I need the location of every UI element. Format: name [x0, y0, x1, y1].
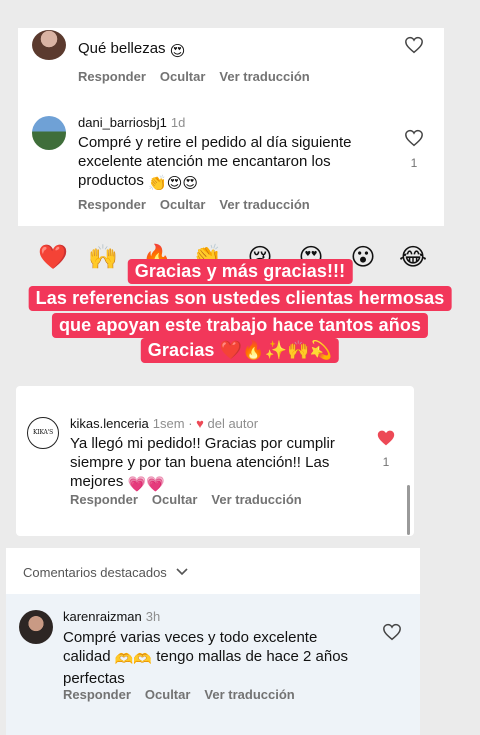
translate-button[interactable]: Ver traducción	[204, 687, 294, 702]
hide-button[interactable]: Ocultar	[145, 687, 191, 702]
caption-emojis: ❤️🔥✨🙌💫	[219, 340, 333, 360]
comment-actions: Responder Ocultar Ver traducción	[63, 687, 309, 702]
scrollbar[interactable]	[407, 485, 410, 535]
author-tag: del autor	[207, 416, 259, 431]
comments-card-top: Qué bellezas 😍 Responder Ocultar Ver tradu…	[18, 28, 444, 226]
heart-eyes-emoji: 😍	[169, 43, 186, 60]
comment-actions: Responder Ocultar Ver traducción	[78, 69, 324, 84]
hide-button[interactable]: Ocultar	[160, 197, 206, 212]
avatar[interactable]	[19, 610, 53, 644]
like-count: 1	[382, 455, 390, 469]
reply-button[interactable]: Responder	[78, 69, 146, 84]
reply-button[interactable]: Responder	[78, 197, 146, 212]
translate-button[interactable]: Ver traducción	[219, 69, 309, 84]
caption-line-3: que apoyan este trabajo hace tantos años	[51, 313, 429, 338]
comment-actions: Responder Ocultar Ver traducción	[70, 492, 316, 507]
comment-time: 3h	[145, 609, 161, 624]
caption-line-2: Las referencias son ustedes clientas her…	[28, 286, 452, 311]
comment-username[interactable]: karenraizman 3h	[63, 609, 160, 624]
comment-text: Qué bellezas 😍	[78, 40, 186, 60]
featured-comments-card: Comentarios destacados karenraizman 3h Co…	[6, 548, 420, 735]
author-heart-icon: ♥	[196, 416, 204, 431]
heart-hands-emoji: 🫶🫶	[114, 651, 153, 668]
reaction-laugh[interactable]: 😂	[398, 243, 428, 273]
featured-comments-toggle[interactable]: Comentarios destacados	[23, 565, 189, 580]
comment-username[interactable]: dani_barriosbj1 1d	[78, 115, 185, 130]
like-heart-icon[interactable]	[376, 429, 396, 447]
like-heart-icon[interactable]	[404, 129, 424, 147]
heart-eyes-emoji: 😍😍	[166, 175, 199, 192]
comment-actions: Responder Ocultar Ver traducción	[78, 197, 324, 212]
comments-card-middle: KIKA'S kikas.lenceria 1sem · ♥ del autor …	[16, 386, 414, 536]
avatar[interactable]	[32, 30, 66, 60]
like-heart-icon[interactable]	[404, 36, 424, 54]
like-heart-icon[interactable]	[382, 623, 402, 641]
avatar[interactable]: KIKA'S	[27, 417, 59, 449]
hide-button[interactable]: Ocultar	[160, 69, 206, 84]
reaction-surprised[interactable]: 😮	[348, 243, 378, 273]
reply-button[interactable]: Responder	[70, 492, 138, 507]
translate-button[interactable]: Ver traducción	[211, 492, 301, 507]
reaction-heart[interactable]: ❤️	[38, 243, 68, 273]
comment-username[interactable]: kikas.lenceria 1sem · ♥ del autor	[70, 416, 258, 431]
caption-line-1: Gracias y más gracias!!!	[127, 259, 353, 284]
comment-text: Ya llegó mi pedido!! Gracias por cumplir…	[70, 435, 335, 493]
comment-time: 1d	[170, 115, 186, 130]
caption-line-4: Gracias ❤️🔥✨🙌💫	[140, 338, 340, 363]
avatar-logo-text: KIKA'S	[33, 429, 53, 436]
chevron-down-icon	[176, 568, 189, 576]
avatar[interactable]	[32, 116, 66, 150]
translate-button[interactable]: Ver traducción	[219, 197, 309, 212]
hide-button[interactable]: Ocultar	[152, 492, 198, 507]
comment-text: Compré varias veces y todo excelente cal…	[63, 629, 349, 687]
clap-emoji: 👏	[148, 175, 167, 192]
comment-text: Compré y retire el pedido al día siguien…	[78, 134, 352, 192]
reply-button[interactable]: Responder	[63, 687, 131, 702]
reaction-raised-hands[interactable]: 🙌	[88, 243, 118, 273]
comment-time: 1sem	[152, 416, 185, 431]
like-count: 1	[410, 156, 418, 170]
